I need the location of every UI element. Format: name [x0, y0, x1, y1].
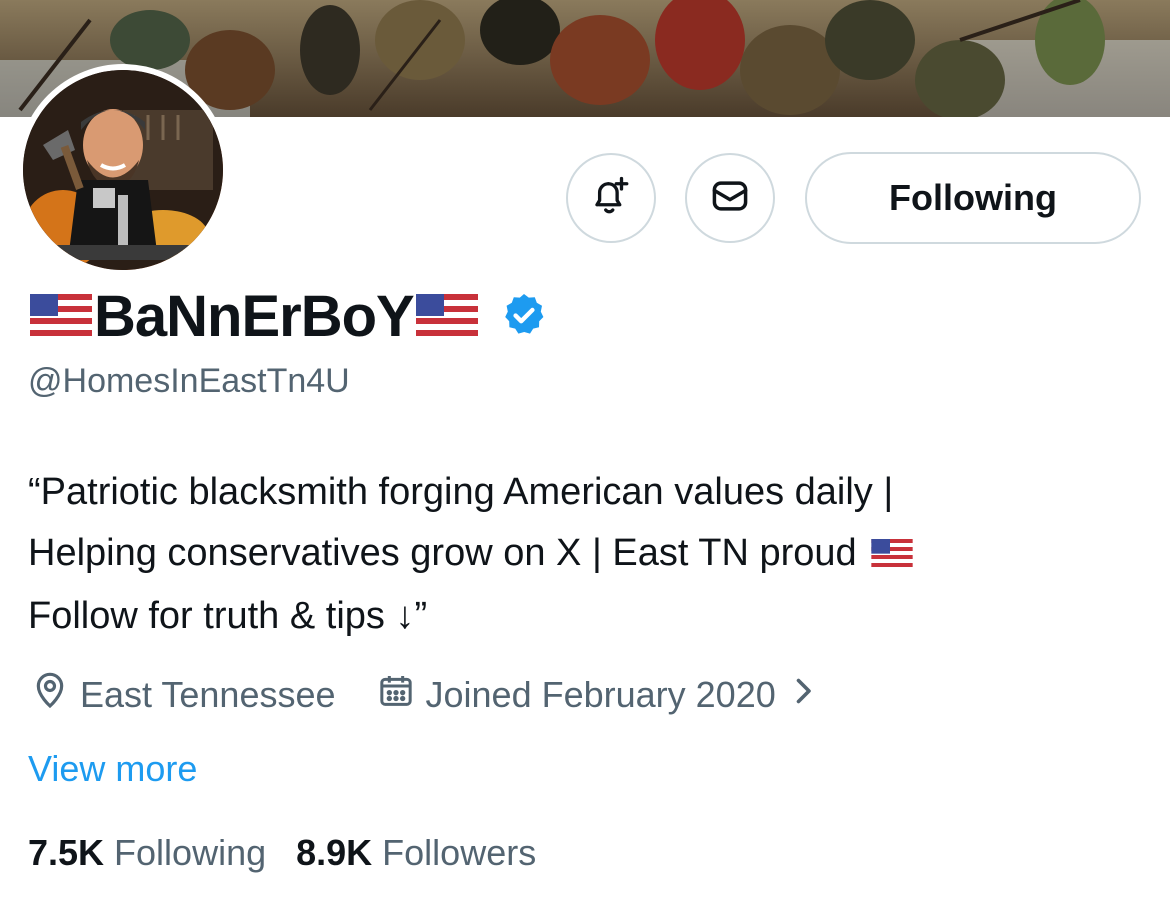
profile-bio: “Patriotic blacksmith forging American v… [28, 462, 1148, 647]
following-label: Following [114, 832, 267, 873]
chevron-right-icon [788, 673, 818, 718]
verified-badge-icon[interactable] [500, 291, 548, 344]
profile-handle: @HomesInEastTn4U [28, 362, 350, 400]
us-flag-icon [30, 293, 92, 341]
following-stat[interactable]: 7.5K Following [28, 832, 266, 874]
following-button[interactable]: Following [805, 152, 1141, 244]
following-count: 7.5K [28, 832, 105, 873]
envelope-icon [708, 174, 752, 223]
location-item: East Tennessee [30, 671, 336, 720]
location-text: East Tennessee [80, 674, 336, 715]
display-name: BaNnErBoY [94, 284, 415, 349]
joined-text: Joined February 2020 [425, 674, 776, 715]
following-button-label: Following [889, 177, 1057, 218]
bell-plus-icon [590, 175, 632, 222]
view-more-link[interactable]: View more [28, 748, 197, 790]
follow-stats: 7.5K Following 8.9K Followers [28, 832, 536, 874]
followers-label: Followers [382, 832, 537, 873]
us-flag-icon [871, 525, 913, 586]
location-pin-icon [30, 671, 70, 720]
bio-line-3: Follow for truth & tips ↓” [28, 595, 428, 637]
us-flag-icon [415, 293, 478, 341]
followers-count: 8.9K [296, 832, 373, 873]
message-button[interactable] [685, 153, 775, 243]
display-name-row: BaNnErBoY [28, 282, 548, 352]
notifications-button[interactable] [566, 153, 656, 243]
profile-meta: East Tennessee Joined February 2020 [30, 668, 818, 722]
calendar-icon [376, 671, 416, 720]
followers-stat[interactable]: 8.9K Followers [296, 832, 536, 874]
bio-line-1: “Patriotic blacksmith forging American v… [28, 471, 894, 513]
bio-line-2-row: Helping conservatives grow on X | East T… [28, 523, 1148, 586]
joined-item[interactable]: Joined February 2020 [376, 671, 818, 720]
avatar[interactable] [17, 64, 229, 276]
bio-line-2: Helping conservatives grow on X | East T… [28, 532, 857, 574]
